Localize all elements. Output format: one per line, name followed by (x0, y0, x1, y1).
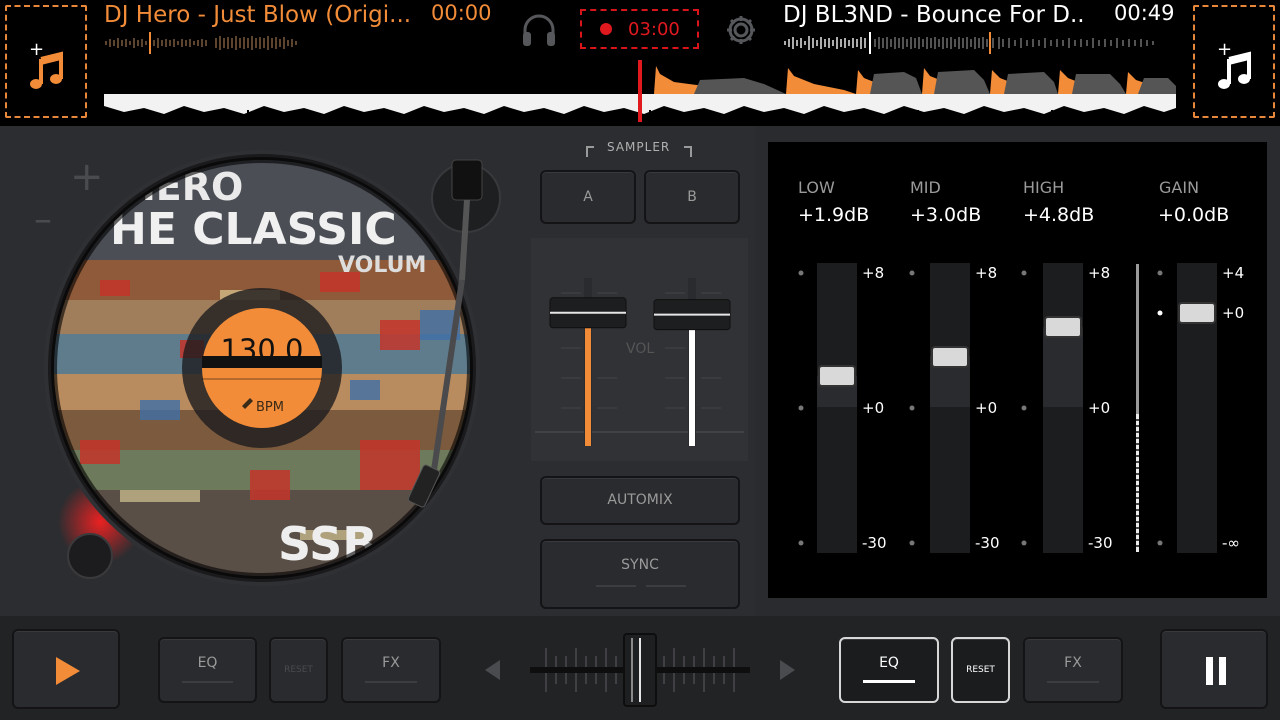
cover-text-vol: VOLUM (338, 253, 426, 278)
left-reset-label: RESET (284, 665, 313, 675)
left-mini-waveform[interactable] (104, 32, 300, 54)
right-reset-label: RESET (966, 665, 995, 675)
add-track-right-button[interactable]: + (1193, 5, 1275, 118)
eq-high-top-mark: +8 (1088, 264, 1111, 282)
level-meter (1136, 264, 1139, 414)
eq-low-bottom-mark: -30 (862, 534, 887, 552)
eq-high-mid-mark: +0 (1088, 399, 1111, 417)
eq-mid-track[interactable] (930, 263, 970, 553)
automix-button[interactable]: AUTOMIX (540, 476, 740, 525)
right-fx-label: FX (1064, 655, 1082, 671)
eq-high-bottom-mark: -30 (1088, 534, 1113, 552)
sync-button[interactable]: SYNC (540, 539, 740, 609)
sync-indicator-left (596, 585, 636, 587)
sampler-label: SAMPLER (607, 140, 671, 154)
left-track-time: 00:00 (431, 1, 492, 25)
right-reset-button[interactable]: RESET (951, 637, 1010, 703)
eq-low-handle[interactable] (818, 365, 856, 387)
sampler-a-button[interactable]: A (540, 170, 636, 224)
sync-indicator-right (646, 585, 686, 587)
left-play-button[interactable] (12, 629, 120, 709)
crossfader[interactable] (480, 630, 800, 710)
eq-sliders (798, 263, 1217, 553)
eq-mid-label: MID (910, 178, 941, 197)
eq-gain-top-mark: +4 (1222, 264, 1245, 282)
eq-high-value: +4.8dB (1023, 204, 1095, 226)
pause-icon (1206, 657, 1226, 685)
eq-gain-value: +0.0dB (1158, 204, 1230, 226)
left-eq-indicator (182, 681, 233, 683)
eq-high-track[interactable] (1043, 263, 1083, 553)
beat-markers (113, 110, 1053, 122)
left-fx-indicator (365, 681, 417, 683)
eq-high-handle[interactable] (1044, 316, 1082, 338)
sync-label: SYNC (621, 557, 659, 573)
music-note-icon (30, 51, 63, 89)
eq-gain-bottom-mark: -∞ (1222, 534, 1240, 552)
right-eq-indicator (863, 680, 915, 683)
eq-mid-mid-mark: +0 (975, 399, 998, 417)
left-eq-button[interactable]: EQ (158, 637, 257, 703)
headphones-icon[interactable] (520, 12, 558, 48)
eq-low-track[interactable] (817, 263, 857, 553)
play-icon (56, 657, 80, 685)
right-fx-button[interactable]: FX (1023, 637, 1123, 703)
left-fx-button[interactable]: FX (341, 637, 441, 703)
right-eq-button[interactable]: EQ (839, 637, 939, 703)
crossfader-handle[interactable] (623, 633, 657, 707)
eq-low-top-mark: +8 (862, 264, 885, 282)
right-eq-label: EQ (879, 655, 899, 671)
turntable[interactable]: HERO HE CLASSIC VOLUM SSB 130,0 BPM (20, 140, 520, 600)
eq-mid-bottom-mark: -30 (975, 534, 1000, 552)
eq-mid-top-mark: +8 (975, 264, 998, 282)
left-eq-label: EQ (197, 655, 218, 671)
right-fx-indicator (1047, 681, 1099, 683)
eq-low-label: LOW (798, 178, 835, 197)
eq-mid-handle[interactable] (931, 346, 969, 368)
eq-low-value: +1.9dB (798, 204, 870, 226)
crossfader-left-arrow-icon[interactable] (485, 660, 500, 680)
right-pause-button[interactable] (1160, 629, 1268, 709)
bpm-label: BPM (256, 400, 284, 415)
eq-gain-handle[interactable] (1178, 302, 1216, 324)
add-track-left-button[interactable]: + (5, 5, 87, 118)
eq-mid-value: +3.0dB (910, 204, 982, 226)
music-note-icon (1218, 51, 1251, 89)
right-track-time: 00:49 (1114, 1, 1175, 25)
cover-text-mid: HE CLASSIC (110, 204, 397, 255)
record-time: 03:00 (628, 19, 680, 40)
right-track-title: DJ BL3ND - Bounce For D... (783, 2, 1083, 28)
level-meter-active (1136, 414, 1139, 552)
dj-app: + DJ Hero - Just Blow (Origi... 00:00 03… (0, 0, 1280, 720)
record-button[interactable]: 03:00 (580, 9, 699, 49)
eq-gain-mid-mark: +0 (1222, 304, 1245, 322)
record-dot-icon (600, 23, 612, 35)
left-reset-button[interactable]: RESET (269, 637, 328, 703)
eq-high-label: HIGH (1023, 178, 1065, 197)
left-fx-label: FX (382, 655, 400, 671)
eq-gain-label: GAIN (1159, 178, 1200, 197)
volume-label: VOL (626, 341, 655, 357)
right-mini-waveform[interactable] (783, 32, 1163, 54)
top-bar: + DJ Hero - Just Blow (Origi... 00:00 03… (0, 0, 1280, 126)
gear-icon[interactable] (724, 13, 758, 47)
main-waveform[interactable] (104, 60, 1176, 122)
upper-waveform (654, 66, 1176, 94)
cue-knob[interactable] (67, 533, 113, 579)
eq-low-mid-mark: +0 (862, 399, 885, 417)
left-track-title: DJ Hero - Just Blow (Origi... (104, 2, 412, 28)
crossfader-right-arrow-icon[interactable] (780, 660, 795, 680)
sampler-b-button[interactable]: B (644, 170, 740, 224)
